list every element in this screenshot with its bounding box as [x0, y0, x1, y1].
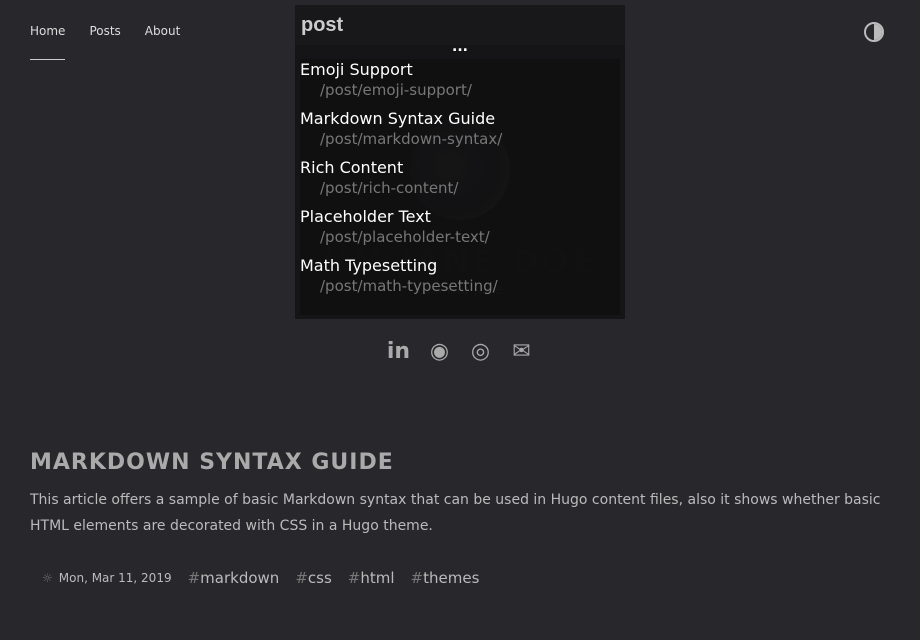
- nav-posts[interactable]: Posts: [89, 24, 120, 60]
- linkedin-icon[interactable]: in: [385, 338, 412, 365]
- article-title[interactable]: MARKDOWN SYNTAX GUIDE: [30, 450, 890, 475]
- email-icon[interactable]: ✉: [508, 338, 535, 365]
- search-more: ...: [452, 39, 468, 55]
- article-summary: MARKDOWN SYNTAX GUIDE This article offer…: [30, 450, 890, 587]
- calendar-icon: ☼: [42, 571, 53, 585]
- tag-link[interactable]: #css: [295, 569, 331, 587]
- search-result[interactable]: Placeholder Text/post/placeholder-text/: [300, 206, 620, 247]
- article-text: This article offers a sample of basic Ma…: [30, 492, 881, 534]
- theme-toggle-icon[interactable]: [864, 22, 884, 42]
- search-results: Emoji Support/post/emoji-support/ Markdo…: [300, 59, 620, 315]
- tag-link[interactable]: #markdown: [188, 569, 280, 587]
- social-links: in ◉ ◎ ✉: [0, 338, 920, 365]
- tag-link[interactable]: #themes: [411, 569, 480, 587]
- search-result[interactable]: Emoji Support/post/emoji-support/: [300, 59, 620, 100]
- search-result[interactable]: Rich Content/post/rich-content/: [300, 157, 620, 198]
- main-nav: Home Posts About: [30, 24, 180, 60]
- nav-home[interactable]: Home: [30, 24, 66, 60]
- instagram-icon[interactable]: ◎: [467, 338, 494, 365]
- search-result[interactable]: Markdown Syntax Guide/post/markdown-synt…: [300, 108, 620, 149]
- search-popup: ... Emoji Support/post/emoji-support/ Ma…: [295, 5, 625, 319]
- tag-link[interactable]: #html: [348, 569, 395, 587]
- github-icon[interactable]: ◉: [426, 338, 453, 365]
- article-date: Mon, Mar 11, 2019: [58, 571, 172, 585]
- nav-about[interactable]: About: [145, 24, 180, 60]
- article-meta: ☼ Mon, Mar 11, 2019 #markdown #css #html…: [30, 569, 890, 587]
- search-result[interactable]: Math Typesetting/post/math-typesetting/: [300, 255, 620, 296]
